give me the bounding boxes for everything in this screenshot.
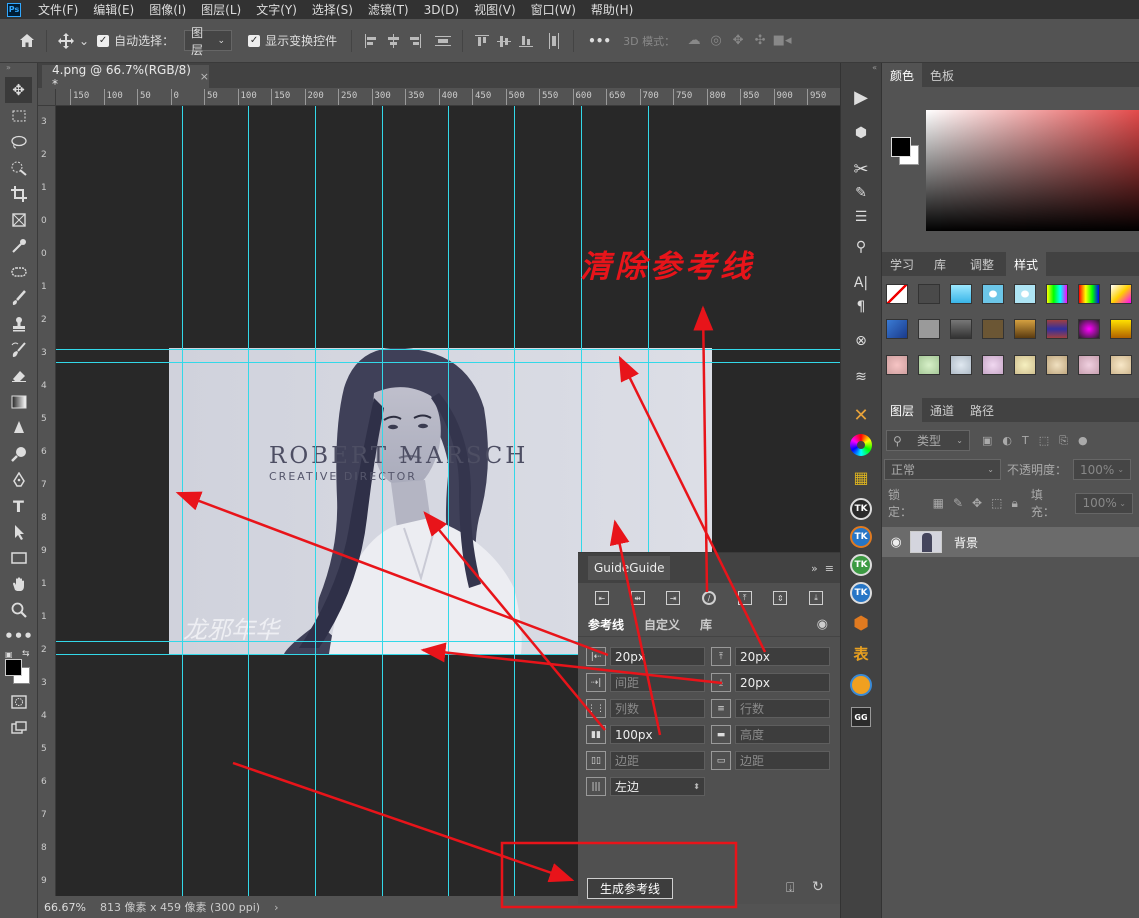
highlight-box xyxy=(500,841,738,909)
arrow-to-bottom-guide xyxy=(420,642,723,685)
arrow-to-top-guide xyxy=(618,355,767,653)
arrow-to-generate-button xyxy=(232,761,575,883)
arrow-to-left-guide xyxy=(175,491,609,657)
annotation-arrows xyxy=(175,305,767,909)
arrow-to-column-guides xyxy=(423,511,606,731)
arrow-to-headline xyxy=(693,305,714,593)
arrow-to-right-guides xyxy=(609,519,662,736)
